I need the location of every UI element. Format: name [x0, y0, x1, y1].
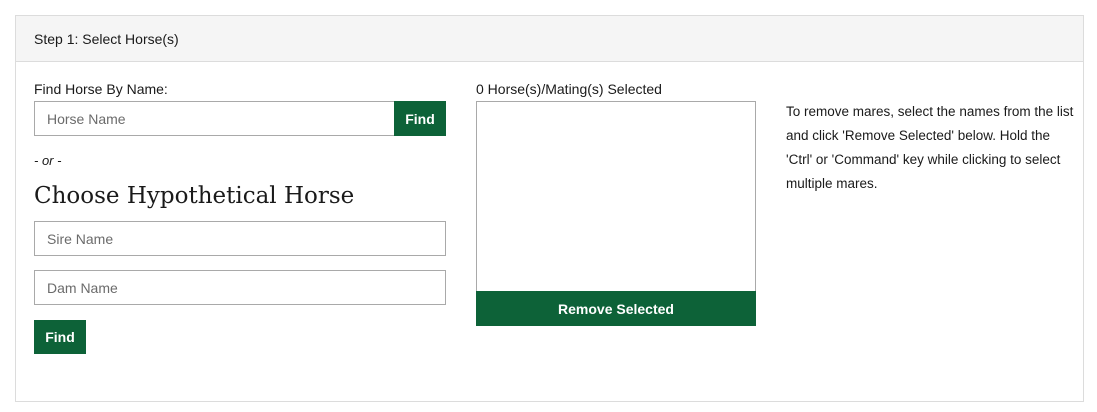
sire-name-input[interactable]	[34, 221, 446, 256]
find-by-name-label: Find Horse By Name:	[34, 81, 168, 97]
selected-count-label: 0 Horse(s)/Mating(s) Selected	[476, 81, 662, 97]
hypothetical-heading: Choose Hypothetical Horse	[34, 183, 355, 209]
selected-horses-list[interactable]	[476, 101, 756, 292]
horse-name-input[interactable]	[34, 101, 395, 136]
or-separator: - or -	[34, 153, 62, 168]
step-title: Step 1: Select Horse(s)	[34, 30, 179, 47]
remove-help-text: To remove mares, select the names from t…	[786, 104, 1074, 191]
find-horse-button[interactable]: Find	[394, 101, 446, 136]
find-hypothetical-button[interactable]: Find	[34, 320, 86, 354]
dam-name-input[interactable]	[34, 270, 446, 305]
remove-selected-button[interactable]: Remove Selected	[476, 291, 756, 326]
panel-header: Step 1: Select Horse(s)	[16, 16, 1083, 62]
